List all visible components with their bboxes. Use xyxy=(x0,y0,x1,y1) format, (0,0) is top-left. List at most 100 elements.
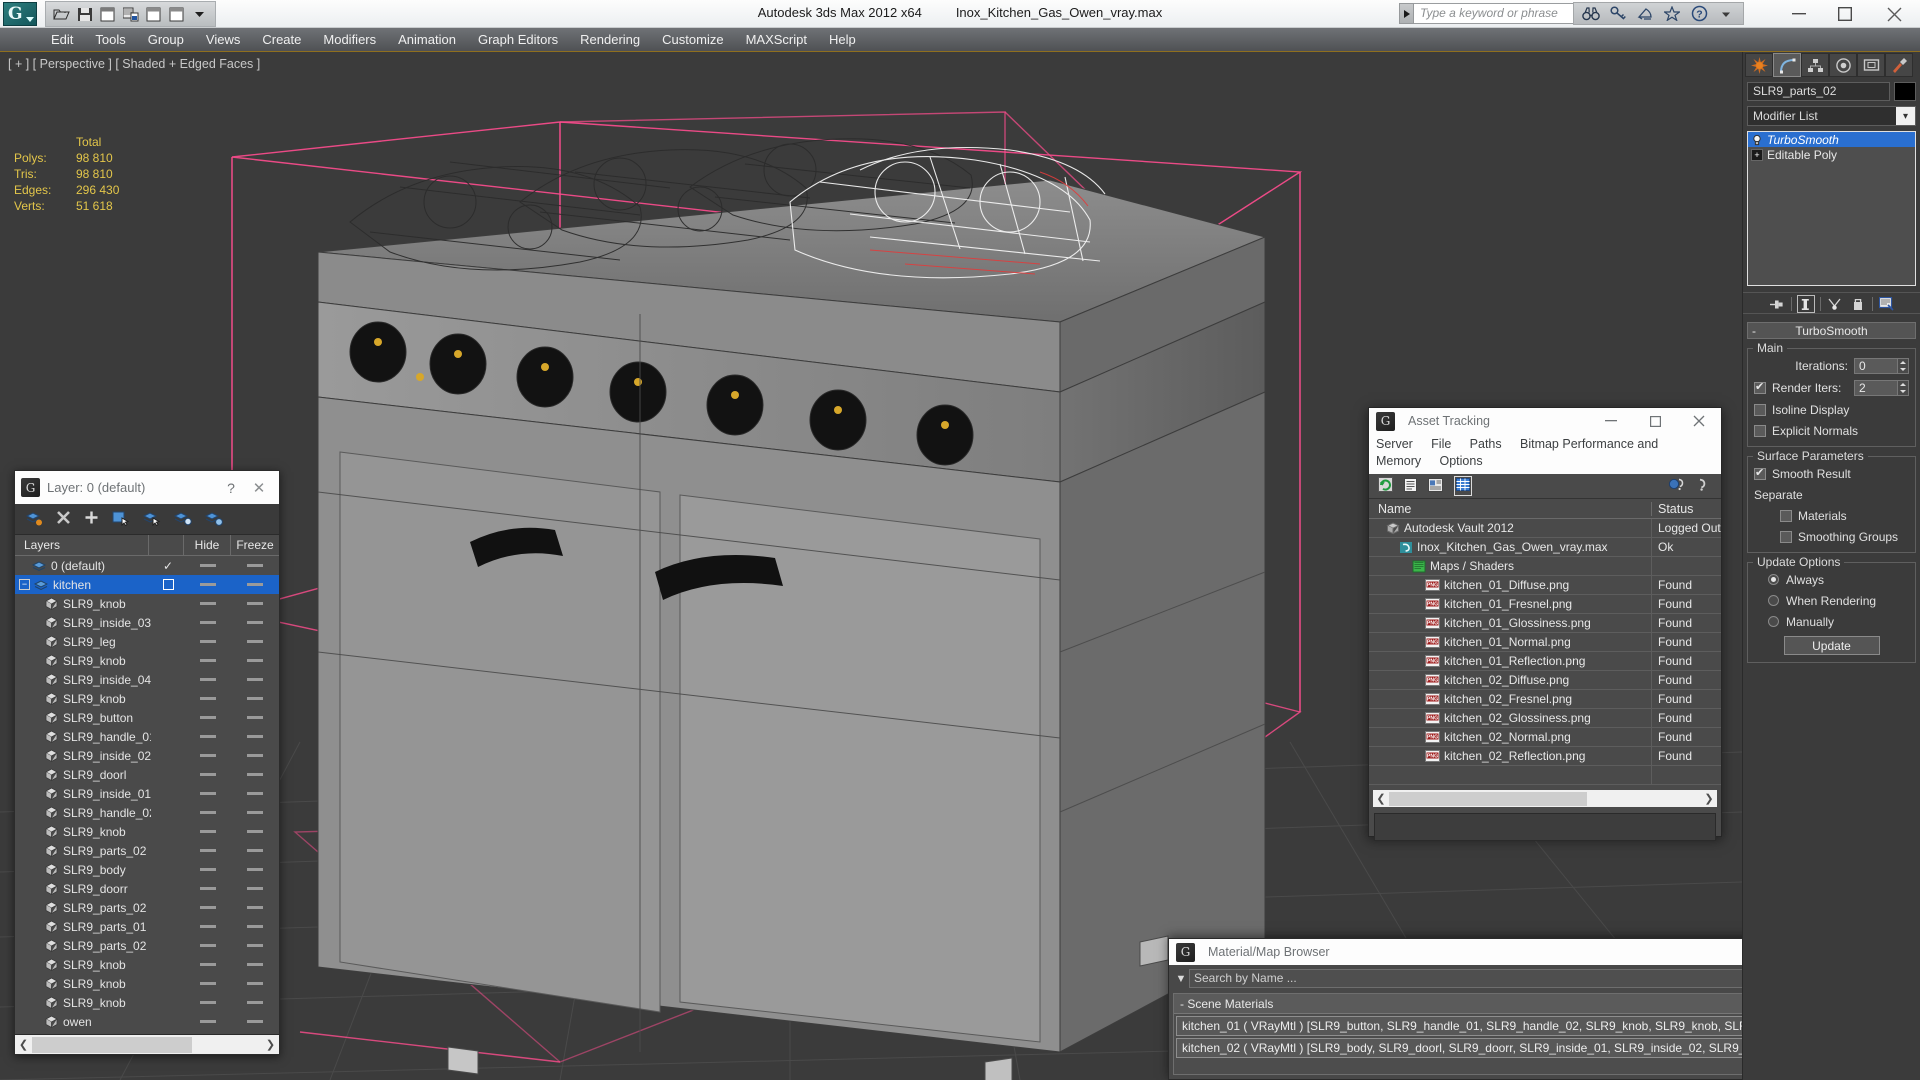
layer-active-cell[interactable]: ✓ xyxy=(151,559,185,573)
asset-row[interactable]: PNG kitchen_02_Fresnel.png Found xyxy=(1369,689,1721,709)
create-tab[interactable] xyxy=(1745,53,1773,77)
layer-row[interactable]: SLR9_handle_01 xyxy=(15,727,279,746)
always-radio[interactable] xyxy=(1768,574,1779,585)
satellite-icon[interactable] xyxy=(1636,5,1654,23)
asset-row[interactable]: PNG kitchen_01_Glossiness.png Found xyxy=(1369,613,1721,633)
layer-dialog-titlebar[interactable]: G Layer: 0 (default) ? ✕ xyxy=(15,471,279,504)
modifier-stack-item[interactable]: + Editable Poly xyxy=(1748,147,1915,162)
layer-row[interactable]: − kitchen xyxy=(15,575,279,594)
scroll-right-icon[interactable]: ❯ xyxy=(262,1038,279,1051)
layer-row[interactable]: owen xyxy=(15,1012,279,1031)
asset-row[interactable]: PNG kitchen_01_Diffuse.png Found xyxy=(1369,575,1721,595)
layer-freeze-cell[interactable] xyxy=(231,678,279,681)
select-objects-icon[interactable] xyxy=(112,510,130,529)
explicit-normals-checkbox[interactable] xyxy=(1754,424,1766,437)
help-icon[interactable]: ? xyxy=(1690,5,1708,23)
utilities-tab[interactable] xyxy=(1885,53,1913,77)
layer-freeze-cell[interactable] xyxy=(231,811,279,814)
display-tab[interactable] xyxy=(1857,53,1885,77)
menu-item-server[interactable]: Server xyxy=(1376,437,1413,451)
layer-freeze-cell[interactable] xyxy=(231,944,279,947)
menu-item-tools[interactable]: Tools xyxy=(84,28,136,52)
search-input[interactable]: Type a keyword or phrase xyxy=(1414,3,1592,24)
star-icon[interactable] xyxy=(1663,5,1681,23)
layer-freeze-cell[interactable] xyxy=(231,621,279,624)
spinner-arrows-icon[interactable] xyxy=(1898,357,1909,374)
add-help-icon[interactable] xyxy=(1668,477,1685,495)
render-iters-value[interactable]: 2 xyxy=(1854,379,1898,396)
layer-row[interactable]: SLR9_button xyxy=(15,708,279,727)
add-layer-icon[interactable] xyxy=(84,510,99,528)
scroll-thumb[interactable] xyxy=(32,1036,192,1053)
scroll-left-icon[interactable]: ❮ xyxy=(1373,792,1389,805)
asset-list[interactable]: Autodesk Vault 2012 Logged Out Inox_Kitche… xyxy=(1369,519,1721,787)
layer-freeze-cell[interactable] xyxy=(231,830,279,833)
layer-freeze-cell[interactable] xyxy=(231,1020,279,1023)
layer-hide-cell[interactable] xyxy=(185,678,231,681)
layer-hide-cell[interactable] xyxy=(185,564,231,567)
layer-hide-cell[interactable] xyxy=(185,602,231,605)
menu-item-rendering[interactable]: Rendering xyxy=(569,28,651,52)
show-end-result-icon[interactable] xyxy=(1796,295,1815,313)
lightbulb-icon[interactable] xyxy=(1751,134,1763,146)
asset-row[interactable]: Inox_Kitchen_Gas_Owen_vray.max Ok xyxy=(1369,537,1721,557)
layer-row[interactable]: SLR9_parts_01 xyxy=(15,917,279,936)
menu-item-file[interactable]: File xyxy=(1431,437,1451,451)
layer-hide-cell[interactable] xyxy=(185,849,231,852)
layer-settings-icon[interactable] xyxy=(204,510,223,529)
layer-row[interactable]: SLR9_knob xyxy=(15,974,279,993)
menu-item-modifiers[interactable]: Modifiers xyxy=(312,28,387,52)
asset-horizontal-scrollbar[interactable]: ❮ ❯ xyxy=(1373,790,1717,807)
spinner-arrows-icon[interactable] xyxy=(1898,379,1909,396)
layer-properties-icon[interactable] xyxy=(173,510,192,529)
smoothing-groups-row[interactable]: Smoothing Groups xyxy=(1754,528,1909,545)
layer-hide-cell[interactable] xyxy=(185,716,231,719)
close-button[interactable] xyxy=(1868,0,1920,28)
layer-freeze-cell[interactable] xyxy=(231,982,279,985)
key-icon[interactable] xyxy=(1609,5,1627,23)
maximize-button[interactable] xyxy=(1822,0,1868,28)
smooth-result-checkbox[interactable] xyxy=(1754,466,1766,480)
layer-row[interactable]: SLR9_knob xyxy=(15,993,279,1012)
chevron-down-icon[interactable]: ▾ xyxy=(1896,107,1915,125)
list-view-icon[interactable] xyxy=(1404,477,1417,495)
layer-row[interactable]: SLR9_inside_01 xyxy=(15,784,279,803)
modifier-list-dropdown[interactable]: Modifier List ▾ xyxy=(1747,106,1916,126)
object-name-field[interactable]: SLR9_parts_02 xyxy=(1747,82,1890,101)
layer-hide-cell[interactable] xyxy=(185,944,231,947)
layer-hide-cell[interactable] xyxy=(185,982,231,985)
layer-freeze-cell[interactable] xyxy=(231,906,279,909)
make-unique-icon[interactable] xyxy=(1826,295,1844,313)
layer-hide-cell[interactable] xyxy=(185,754,231,757)
expand-collapse-icon[interactable]: − xyxy=(19,579,30,590)
menu-item-options[interactable]: Options xyxy=(1440,454,1483,468)
search-dropdown-icon[interactable] xyxy=(1399,3,1414,24)
menu-item-create[interactable]: Create xyxy=(251,28,312,52)
materials-checkbox[interactable] xyxy=(1780,509,1792,522)
menu-item-maxscript[interactable]: MAXScript xyxy=(735,28,818,52)
menu-item-group[interactable]: Group xyxy=(137,28,195,52)
layer-row[interactable]: SLR9_body xyxy=(15,860,279,879)
layer-hide-cell[interactable] xyxy=(185,963,231,966)
layer-hide-cell[interactable] xyxy=(185,640,231,643)
layer-row[interactable]: SLR9_knob xyxy=(15,955,279,974)
layer-hide-cell[interactable] xyxy=(185,735,231,738)
asset-row[interactable]: PNG kitchen_01_Reflection.png Found xyxy=(1369,651,1721,671)
iterations-value[interactable]: 0 xyxy=(1854,357,1898,374)
object-color-swatch[interactable] xyxy=(1894,82,1916,101)
layer-freeze-cell[interactable] xyxy=(231,735,279,738)
asset-row[interactable]: Maps / Shaders xyxy=(1369,556,1721,576)
layer-list[interactable]: 0 (default) ✓ − kitchen SLR9_knob SLR9_inside… xyxy=(15,556,279,1034)
layer-row[interactable]: SLR9_parts_02 xyxy=(15,898,279,917)
asset-row[interactable] xyxy=(1369,765,1721,785)
layer-freeze-cell[interactable] xyxy=(231,697,279,700)
close-button[interactable] xyxy=(1677,408,1721,434)
remove-modifier-icon[interactable] xyxy=(1849,295,1867,313)
layer-hide-cell[interactable] xyxy=(185,1020,231,1023)
smooth-result-row[interactable]: Smooth Result xyxy=(1754,465,1909,482)
scroll-left-icon[interactable]: ❮ xyxy=(15,1038,32,1051)
manually-radio[interactable] xyxy=(1768,616,1779,627)
layer-row[interactable]: 0 (default) ✓ xyxy=(15,556,279,575)
render-iters-checkbox[interactable] xyxy=(1754,380,1766,394)
menu-item-bitmap-performance[interactable]: Bitmap Performance and Memory xyxy=(1376,437,1658,468)
